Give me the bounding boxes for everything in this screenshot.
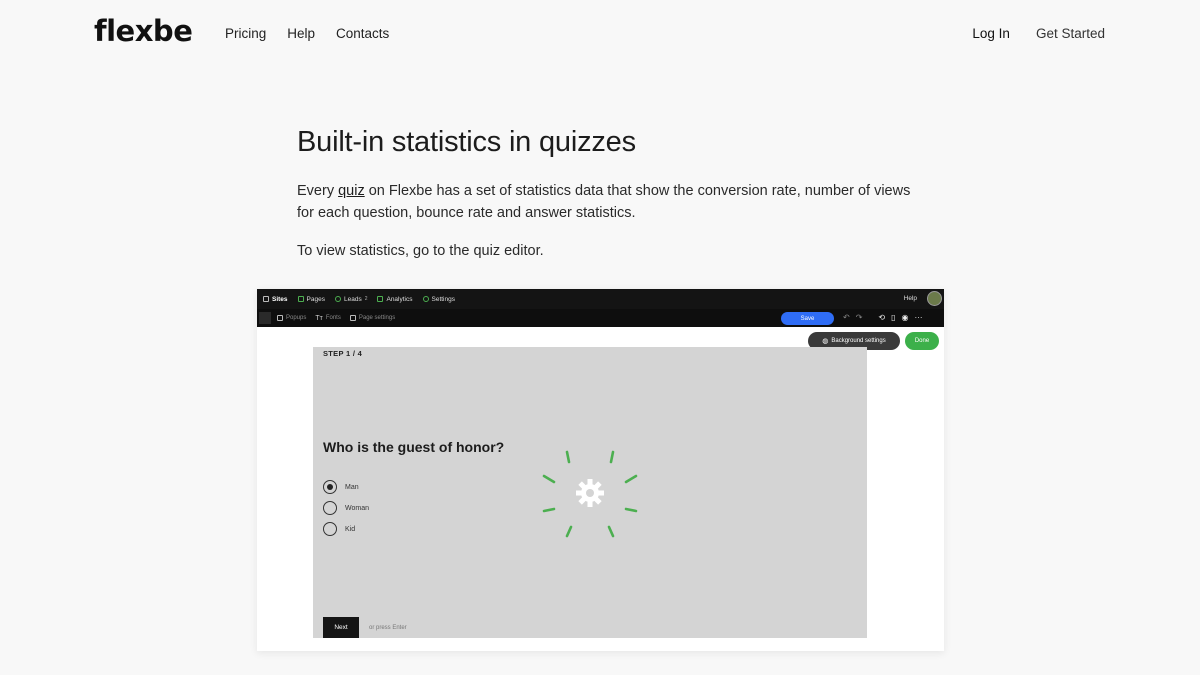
topbar-sites-label: Sites — [272, 295, 288, 303]
nav-contacts[interactable]: Contacts — [336, 26, 389, 41]
article-title: Built-in statistics in quizzes — [297, 126, 636, 158]
save-button[interactable]: Save — [781, 312, 834, 325]
undo-icon[interactable]: ↶ — [843, 313, 850, 322]
more-icon[interactable]: ··· — [915, 313, 923, 322]
loading-spinner-icon — [542, 450, 638, 538]
subbar-page-settings-label: Page settings — [358, 315, 396, 321]
avatar[interactable] — [927, 291, 942, 306]
quiz-preview: STEP 1 / 4 Who is the guest of honor? Ma… — [313, 347, 867, 638]
history-icon[interactable]: ⟲ — [878, 313, 885, 322]
home-icon — [263, 296, 269, 302]
redo-icon[interactable]: ↷ — [856, 313, 863, 322]
main-nav: Pricing Help Contacts — [225, 26, 389, 41]
p1-after: on Flexbe has a set of statistics data t… — [297, 183, 911, 221]
preview-eye-icon[interactable]: ◉ — [902, 313, 909, 322]
drop-icon: ◍ — [822, 338, 829, 345]
radio-icon — [323, 522, 337, 536]
topbar-leads[interactable]: Leads 2 — [334, 295, 368, 303]
quiz-option-label: Woman — [345, 504, 369, 512]
subbar-fonts-label: Fonts — [325, 315, 341, 321]
editor-topbar: Sites Pages Leads 2 Analytics Settings He… — [257, 289, 944, 309]
editor-subbar: Popups Tт Fonts Page settings — [257, 309, 944, 327]
get-started-link[interactable]: Get Started — [1036, 26, 1105, 41]
enter-hint: or press Enter — [369, 625, 407, 631]
gear-icon — [576, 479, 604, 507]
quiz-question: Who is the guest of honor? — [323, 439, 505, 455]
topbar-leads-label: Leads — [343, 295, 362, 303]
mobile-icon[interactable]: ▯ — [891, 313, 895, 322]
topbar-pages-label: Pages — [306, 295, 325, 303]
leads-icon — [334, 296, 341, 302]
quiz-option-woman[interactable]: Woman — [323, 501, 369, 515]
subbar-popups[interactable]: Popups — [277, 315, 306, 321]
topbar-settings-label: Settings — [431, 295, 456, 303]
subbar-page-settings[interactable]: Page settings — [349, 315, 396, 321]
leads-badge: 2 — [364, 296, 368, 302]
topbar-settings[interactable]: Settings — [422, 295, 456, 303]
quiz-option-kid[interactable]: Kid — [323, 522, 355, 536]
flexbe-logo[interactable]: flexbe — [94, 14, 193, 48]
account-nav: Log In Get Started — [972, 26, 1105, 41]
article: Built-in statistics in quizzes Every qui… — [297, 126, 917, 262]
quiz-option-label: Kid — [345, 525, 356, 533]
page-settings-icon — [349, 315, 356, 321]
editor-tools: ↶ ↷ ⟲ ▯ ◉ ··· — [843, 313, 923, 322]
quiz-option-label: Man — [345, 483, 359, 491]
popups-icon — [277, 315, 283, 321]
analytics-icon — [377, 296, 384, 302]
quiz-link[interactable]: quiz — [338, 183, 365, 199]
gear-icon — [422, 296, 429, 302]
next-button[interactable]: Next — [323, 617, 359, 638]
radio-selected-icon — [323, 480, 337, 494]
radio-icon — [323, 501, 337, 515]
pages-icon — [297, 296, 304, 302]
subbar-fonts[interactable]: Tт Fonts — [315, 315, 341, 322]
topbar-analytics[interactable]: Analytics — [377, 295, 413, 303]
quiz-option-man[interactable]: Man — [323, 480, 359, 494]
topbar-pages[interactable]: Pages — [297, 295, 325, 303]
subbar-popups-label: Popups — [286, 315, 307, 321]
topbar-sites[interactable]: Sites — [263, 296, 288, 303]
topbar-analytics-label: Analytics — [386, 295, 413, 303]
topbar-help[interactable]: Help — [904, 295, 917, 302]
background-settings-label: Background settings — [831, 338, 886, 344]
login-link[interactable]: Log In — [972, 26, 1010, 41]
article-paragraph-1: Every quiz on Flexbe has a set of statis… — [297, 180, 917, 224]
editor-screenshot: Sites Pages Leads 2 Analytics Settings He… — [257, 289, 944, 651]
p1-before: Every — [297, 183, 339, 199]
article-paragraph-2: To view statistics, go to the quiz edito… — [297, 243, 544, 259]
fonts-icon: Tт — [315, 314, 323, 322]
done-button[interactable]: Done — [905, 332, 939, 350]
quiz-step: STEP 1 / 4 — [323, 349, 363, 358]
nav-pricing[interactable]: Pricing — [225, 26, 266, 41]
menu-icon[interactable] — [259, 312, 271, 324]
nav-help[interactable]: Help — [287, 26, 315, 41]
